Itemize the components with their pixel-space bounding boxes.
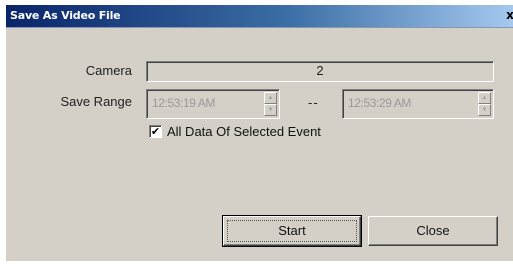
range-end-spinner[interactable]: ▲ ▼ (478, 92, 491, 116)
range-end-time-picker[interactable]: 12:53:29 AM ▲ ▼ (342, 89, 494, 119)
range-start-time-picker[interactable]: 12:53:19 AM ▲ ▼ (146, 89, 280, 119)
close-button[interactable]: Close (368, 216, 498, 246)
range-start-value: 12:53:19 AM (152, 96, 215, 110)
title-bar[interactable]: Save As Video File x (6, 5, 513, 28)
all-data-checkbox-label[interactable]: All Data Of Selected Event (167, 124, 321, 139)
spin-up-icon[interactable]: ▲ (264, 92, 277, 104)
start-button[interactable]: Start (222, 215, 362, 247)
save-range-label: Save Range (60, 94, 132, 109)
spin-down-icon[interactable]: ▼ (478, 104, 491, 116)
all-data-checkbox[interactable]: ✔ (149, 125, 162, 138)
window-title: Save As Video File (10, 9, 121, 22)
camera-label: Camera (85, 63, 132, 78)
camera-value: 2 (316, 63, 324, 78)
range-start-spinner[interactable]: ▲ ▼ (264, 92, 277, 116)
save-as-video-dialog: Save As Video File x Camera 2 Save Range… (6, 5, 513, 261)
close-icon[interactable]: x (504, 7, 513, 23)
range-end-value: 12:53:29 AM (348, 96, 411, 110)
focus-rectangle (227, 220, 357, 242)
spin-up-icon[interactable]: ▲ (478, 92, 491, 104)
close-button-label: Close (416, 223, 450, 238)
camera-field: 2 (146, 61, 494, 82)
spin-down-icon[interactable]: ▼ (264, 104, 277, 116)
range-separator: -- (308, 95, 319, 110)
